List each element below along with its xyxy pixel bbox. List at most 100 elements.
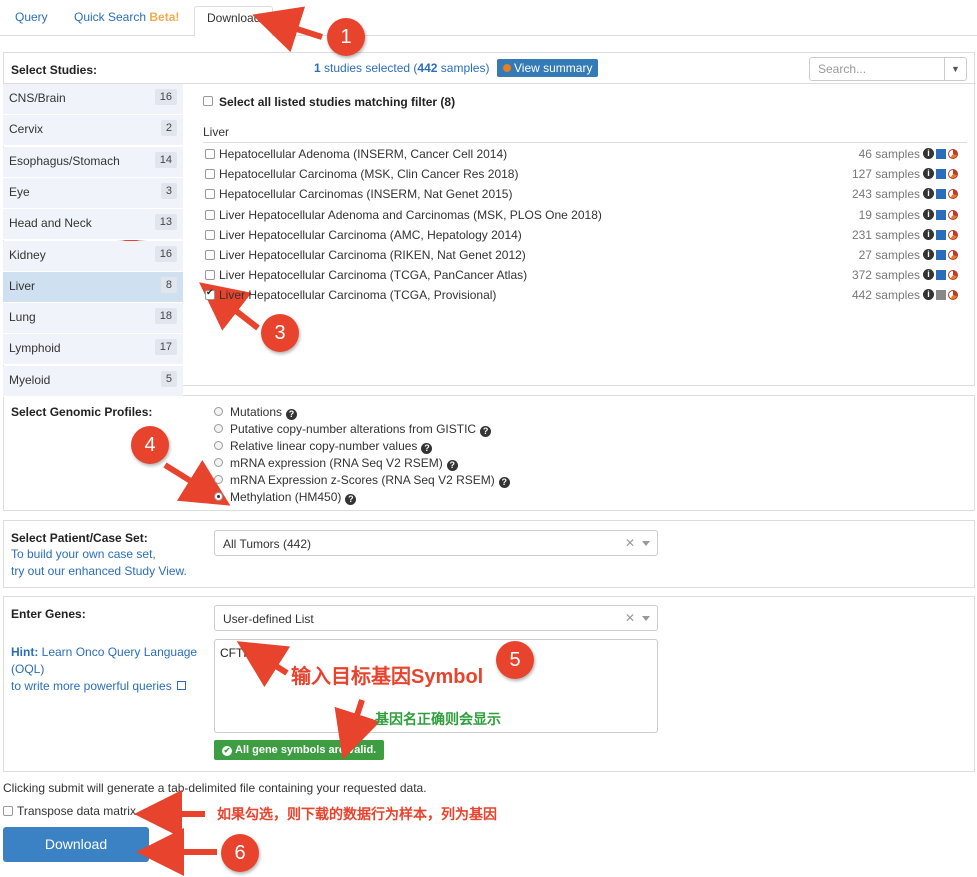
study-row[interactable]: Liver Hepatocellular Carcinoma (AMC, Hep…: [205, 226, 960, 246]
study-row[interactable]: Hepatocellular Carcinoma (MSK, Clin Canc…: [205, 165, 960, 185]
pie-chart-icon[interactable]: [948, 290, 958, 301]
profile-option: Methylation (HM450)?: [230, 490, 357, 505]
study-title: Hepatocellular Adenoma (INSERM, Cancer C…: [219, 147, 508, 161]
arrow-4: [163, 459, 231, 506]
info-icon[interactable]: i: [923, 208, 934, 220]
study-row[interactable]: Hepatocellular Adenoma (INSERM, Cancer C…: [205, 145, 960, 165]
profile-option: mRNA Expression z-Scores (RNA Seq V2 RSE…: [230, 473, 510, 488]
study-checkbox[interactable]: [205, 189, 215, 200]
study-title: Hepatocellular Carcinomas (INSERM, Nat G…: [219, 187, 513, 202]
pie-chart-icon[interactable]: [948, 149, 958, 159]
info-icon[interactable]: i: [923, 188, 934, 200]
category-myeloid[interactable]: Myeloid 5: [3, 365, 183, 397]
info-icon[interactable]: i: [923, 289, 934, 301]
category-name: CNS/Brain: [9, 91, 66, 105]
study-row[interactable]: Liver Hepatocellular Carcinoma (TCGA, Pr…: [205, 286, 960, 306]
info-icon[interactable]: i: [923, 269, 934, 281]
profile-radio[interactable]: [214, 475, 223, 484]
study-row[interactable]: Liver Hepatocellular Carcinoma (TCGA, Pa…: [205, 266, 960, 286]
study-samples: 27 samples: [858, 248, 920, 262]
profile-label: Relative linear copy-number values: [230, 439, 418, 453]
study-samples: 243 samples: [851, 187, 920, 202]
study-checkbox[interactable]: [205, 169, 215, 180]
book-icon[interactable]: [936, 270, 946, 281]
study-checkbox[interactable]: [205, 149, 215, 159]
pie-chart-icon[interactable]: [948, 250, 958, 260]
profile-radio[interactable]: [214, 492, 223, 501]
help-icon[interactable]: ?: [286, 409, 298, 420]
info-icon[interactable]: i: [923, 249, 934, 260]
annotation-valid-hint: 基因名正确则会显示: [375, 711, 501, 727]
study-title: Liver Hepatocellular Carcinoma (AMC, Hep…: [219, 227, 522, 242]
annotation-1: 1: [327, 18, 365, 56]
study-title: Liver Hepatocellular Carcinoma (TCGA, Pa…: [219, 268, 528, 283]
arrow-5: [236, 641, 291, 688]
study-samples: 442 samples: [851, 288, 920, 303]
category-name: Eye: [9, 184, 30, 199]
study-samples: 231 samples: [851, 227, 920, 242]
category-count: 13: [154, 214, 177, 231]
book-icon[interactable]: [936, 149, 946, 159]
profile-option: Putative copy-number alterations from GI…: [230, 422, 492, 437]
book-icon[interactable]: [936, 209, 946, 220]
annotation-6: 6: [221, 834, 259, 872]
help-icon[interactable]: ?: [345, 494, 357, 505]
category-esophagus-stomach[interactable]: Esophagus/Stomach 14: [3, 146, 183, 178]
study-icons: i: [923, 289, 960, 301]
study-icons: i: [923, 208, 960, 221]
study-row[interactable]: Liver Hepatocellular Carcinoma (RIKEN, N…: [205, 246, 960, 266]
pie-chart-icon[interactable]: [948, 169, 958, 180]
help-icon[interactable]: ?: [498, 477, 510, 488]
study-title: Liver Hepatocellular Carcinoma (TCGA, Pr…: [219, 288, 497, 303]
help-icon[interactable]: ?: [421, 443, 433, 454]
pie-chart-icon[interactable]: [948, 229, 958, 240]
category-name: Kidney: [9, 247, 46, 262]
profile-radio[interactable]: [214, 458, 223, 467]
profile-radio[interactable]: [214, 441, 223, 450]
study-checkbox[interactable]: [205, 209, 215, 220]
annotation-5: 5: [496, 641, 534, 679]
study-row[interactable]: Liver Hepatocellular Adenoma and Carcino…: [205, 206, 960, 226]
category-eye[interactable]: Eye 3: [3, 177, 183, 209]
profile-radio[interactable]: [214, 407, 223, 416]
study-checkbox[interactable]: [205, 250, 215, 260]
category-lymphoid[interactable]: Lymphoid 17: [3, 334, 183, 366]
category-count: 5: [160, 370, 177, 387]
info-icon[interactable]: i: [923, 168, 934, 180]
category-lung[interactable]: Lung 18: [3, 303, 183, 335]
category-cervix[interactable]: Cervix 2: [3, 115, 183, 147]
info-icon[interactable]: i: [923, 148, 934, 159]
profile-radio[interactable]: [214, 424, 223, 433]
study-icons: i: [923, 228, 960, 241]
book-icon[interactable]: [936, 229, 946, 240]
profile-option: Relative linear copy-number values?: [230, 439, 433, 454]
study-icons: i: [923, 269, 960, 281]
book-icon[interactable]: [936, 290, 946, 301]
pie-chart-icon[interactable]: [948, 209, 958, 220]
study-checkbox[interactable]: [205, 229, 215, 240]
book-icon[interactable]: [936, 169, 946, 180]
profile-label: mRNA Expression z-Scores (RNA Seq V2 RSE…: [230, 473, 495, 487]
category-head-and-neck[interactable]: Head and Neck 13: [3, 209, 183, 241]
help-icon[interactable]: ?: [446, 460, 458, 471]
category-liver[interactable]: Liver 8: [3, 271, 183, 303]
category-count: 2: [160, 120, 177, 137]
pie-chart-icon[interactable]: [948, 270, 958, 281]
category-cns-brain[interactable]: CNS/Brain 16: [3, 84, 183, 115]
study-row[interactable]: Hepatocellular Carcinomas (INSERM, Nat G…: [205, 185, 960, 205]
info-icon[interactable]: i: [923, 228, 934, 240]
book-icon[interactable]: [936, 189, 946, 200]
profile-option: Mutations?: [230, 405, 298, 420]
pie-chart-icon[interactable]: [948, 189, 958, 200]
help-icon[interactable]: ?: [480, 426, 492, 437]
annotation-transpose-hint: 如果勾选，则下载的数据行为样本，列为基因: [217, 806, 497, 822]
study-checkbox[interactable]: [205, 287, 215, 301]
study-samples: 46 samples: [858, 147, 920, 161]
book-icon[interactable]: [936, 250, 946, 260]
category-name: Lymphoid: [9, 341, 61, 356]
annotation-3: 3: [261, 314, 299, 352]
study-checkbox[interactable]: [205, 270, 215, 281]
study-samples: 372 samples: [851, 268, 920, 283]
category-kidney[interactable]: Kidney 16: [3, 240, 183, 272]
category-name: Cervix: [9, 122, 44, 137]
